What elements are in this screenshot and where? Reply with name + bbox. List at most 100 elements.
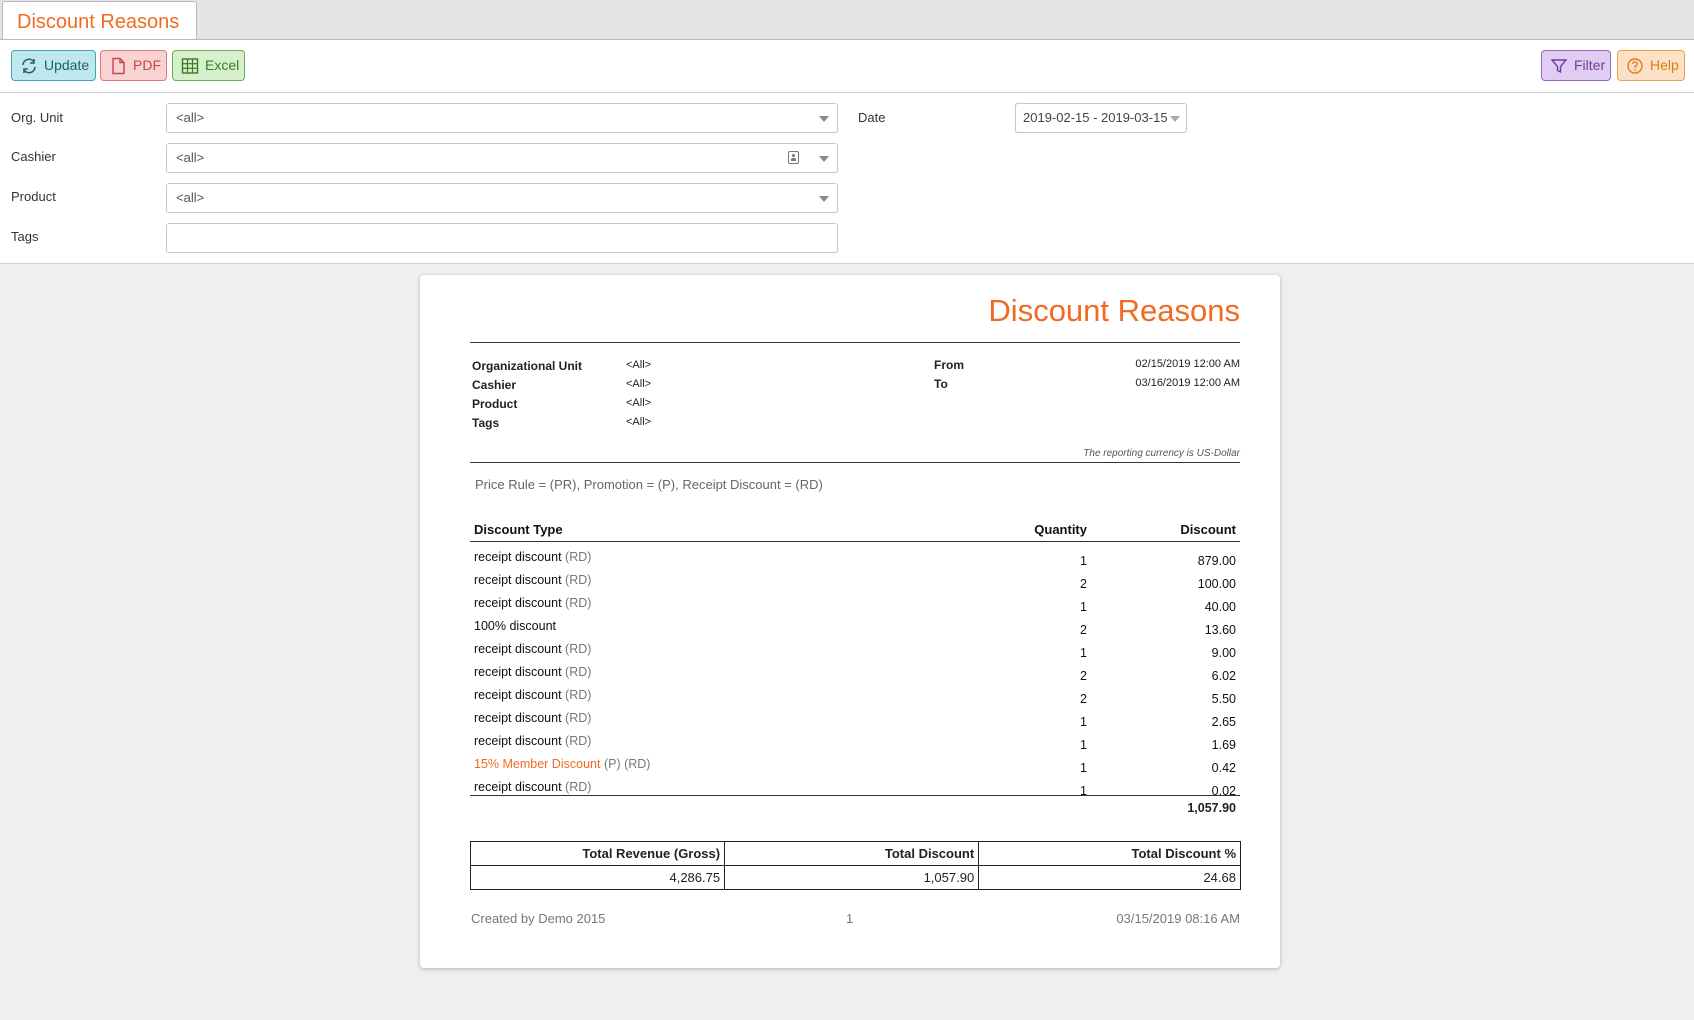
row-quantity: 1 [1080, 715, 1087, 729]
title-divider [470, 342, 1240, 343]
tags-label: Tags [11, 229, 39, 244]
filter-panel: Org. Unit <all> Cashier <all> Product <a… [0, 93, 1694, 264]
row-discount-type: receipt discount (RD) [474, 642, 591, 656]
row-discount-type: 100% discount [474, 619, 556, 633]
date-range-select[interactable]: 2019-02-15 - 2019-03-15 [1015, 103, 1187, 133]
chevron-down-icon[interactable] [819, 116, 829, 122]
filter-button[interactable]: Filter [1541, 50, 1611, 81]
table-row: 15% Member Discount (P) (RD) 1 0.42 [470, 757, 1240, 780]
row-discount-type: receipt discount (RD) [474, 734, 591, 748]
help-button[interactable]: Help [1617, 50, 1685, 81]
row-discount-tags: (P) (RD) [603, 757, 651, 771]
meta-from-label: From [934, 358, 964, 372]
summary-value-discount-pct: 24.68 [978, 865, 1241, 890]
row-discount: 100.00 [1197, 577, 1236, 591]
summary-header-discount: Total Discount [724, 841, 980, 866]
row-quantity: 1 [1080, 554, 1087, 568]
row-discount-name: receipt discount [474, 688, 562, 702]
row-quantity: 1 [1080, 600, 1087, 614]
update-button[interactable]: Update [11, 50, 96, 81]
row-discount: 5.50 [1211, 692, 1236, 706]
report-title: Discount Reasons [988, 293, 1240, 328]
table-row: receipt discount (RD) 1 40.00 [470, 596, 1240, 619]
row-discount-tags: (RD) [565, 780, 592, 794]
footer-timestamp: 03/15/2019 08:16 AM [1116, 911, 1240, 926]
table-row: 100% discount 2 13.60 [470, 619, 1240, 642]
meta-tags-value: <All> [626, 416, 652, 428]
row-discount-tags: (RD) [565, 688, 592, 702]
product-label: Product [11, 189, 56, 204]
meta-org-unit-value: <All> [626, 359, 652, 371]
meta-org-unit-label: Organizational Unit [472, 359, 583, 373]
row-discount-tags: (RD) [565, 573, 592, 587]
chevron-down-icon[interactable] [819, 156, 829, 162]
row-quantity: 1 [1080, 738, 1087, 752]
row-discount-name: receipt discount [474, 596, 562, 610]
tab-discount-reasons[interactable]: Discount Reasons [2, 1, 197, 39]
report-page: Discount Reasons Organizational Unit <Al… [420, 275, 1280, 968]
product-value: <all> [176, 190, 205, 205]
row-discount: 6.02 [1211, 669, 1236, 683]
footer-created-by: Created by Demo 2015 [471, 911, 606, 926]
cashier-select[interactable]: <all> [166, 143, 838, 173]
total-divider [470, 795, 1240, 796]
cashier-label: Cashier [11, 149, 56, 164]
toolbar: Update PDF Excel Filter Help [0, 40, 1694, 93]
row-discount-tags: (RD) [565, 711, 592, 725]
meta-divider [470, 462, 1240, 463]
table-row: receipt discount (RD) 1 0.02 [470, 780, 1240, 803]
row-discount: 0.42 [1211, 761, 1236, 775]
table-row: receipt discount (RD) 2 100.00 [470, 573, 1240, 596]
row-discount-tags: (RD) [565, 642, 592, 656]
column-discount: Discount [1180, 522, 1236, 537]
row-discount-name: receipt discount [474, 780, 562, 794]
meta-cashier-value: <All> [626, 378, 652, 390]
row-quantity: 2 [1080, 623, 1087, 637]
product-select[interactable]: <all> [166, 183, 838, 213]
excel-label: Excel [205, 57, 240, 73]
abbreviation-legend: Price Rule = (PR), Promotion = (P), Rece… [475, 477, 823, 492]
excel-button[interactable]: Excel [172, 50, 245, 81]
row-quantity: 2 [1080, 577, 1087, 591]
update-label: Update [44, 57, 90, 73]
footer-page-number: 1 [846, 911, 854, 926]
row-quantity: 2 [1080, 669, 1087, 683]
contact-card-icon[interactable] [788, 151, 799, 164]
header-divider [470, 541, 1240, 542]
row-discount-tags: (RD) [565, 734, 592, 748]
tags-input[interactable] [166, 223, 838, 253]
row-discount-name: 15% Member Discount [474, 757, 601, 771]
row-discount-type: receipt discount (RD) [474, 573, 591, 587]
org-unit-select[interactable]: <all> [166, 103, 838, 133]
refresh-icon [22, 58, 36, 73]
row-discount-name: receipt discount [474, 550, 562, 564]
row-discount: 13.60 [1204, 623, 1236, 637]
table-row: receipt discount (RD) 2 5.50 [470, 688, 1240, 711]
row-discount-type: receipt discount (RD) [474, 550, 591, 564]
row-discount: 9.00 [1211, 646, 1236, 660]
question-circle-icon [1627, 57, 1643, 74]
cashier-value: <all> [176, 150, 205, 165]
row-quantity: 2 [1080, 692, 1087, 706]
table-row: receipt discount (RD) 1 9.00 [470, 642, 1240, 665]
row-discount-type: receipt discount (RD) [474, 665, 591, 679]
row-discount: 40.00 [1204, 600, 1236, 614]
summary-value-revenue: 4,286.75 [469, 865, 726, 890]
summary-header-discount-pct: Total Discount % [978, 841, 1241, 866]
row-discount-name: receipt discount [474, 573, 562, 587]
meta-to-value: 03/16/2019 12:00 AM [1135, 377, 1240, 389]
row-discount: 2.65 [1211, 715, 1236, 729]
chevron-down-icon[interactable] [1170, 116, 1180, 122]
table-row: receipt discount (RD) 1 2.65 [470, 711, 1240, 734]
column-quantity: Quantity [1034, 522, 1087, 537]
meta-product-value: <All> [626, 397, 652, 409]
pdf-button[interactable]: PDF [100, 50, 167, 81]
grid-icon [181, 57, 199, 74]
summary-table: Total Revenue (Gross) Total Discount Tot… [469, 841, 1241, 890]
row-discount: 1.69 [1211, 738, 1236, 752]
row-discount-tags: (RD) [565, 596, 592, 610]
row-discount-type: 15% Member Discount (P) (RD) [474, 757, 650, 771]
chevron-down-icon[interactable] [819, 196, 829, 202]
org-unit-label: Org. Unit [11, 110, 64, 125]
summary-value-discount: 1,057.90 [724, 865, 980, 890]
